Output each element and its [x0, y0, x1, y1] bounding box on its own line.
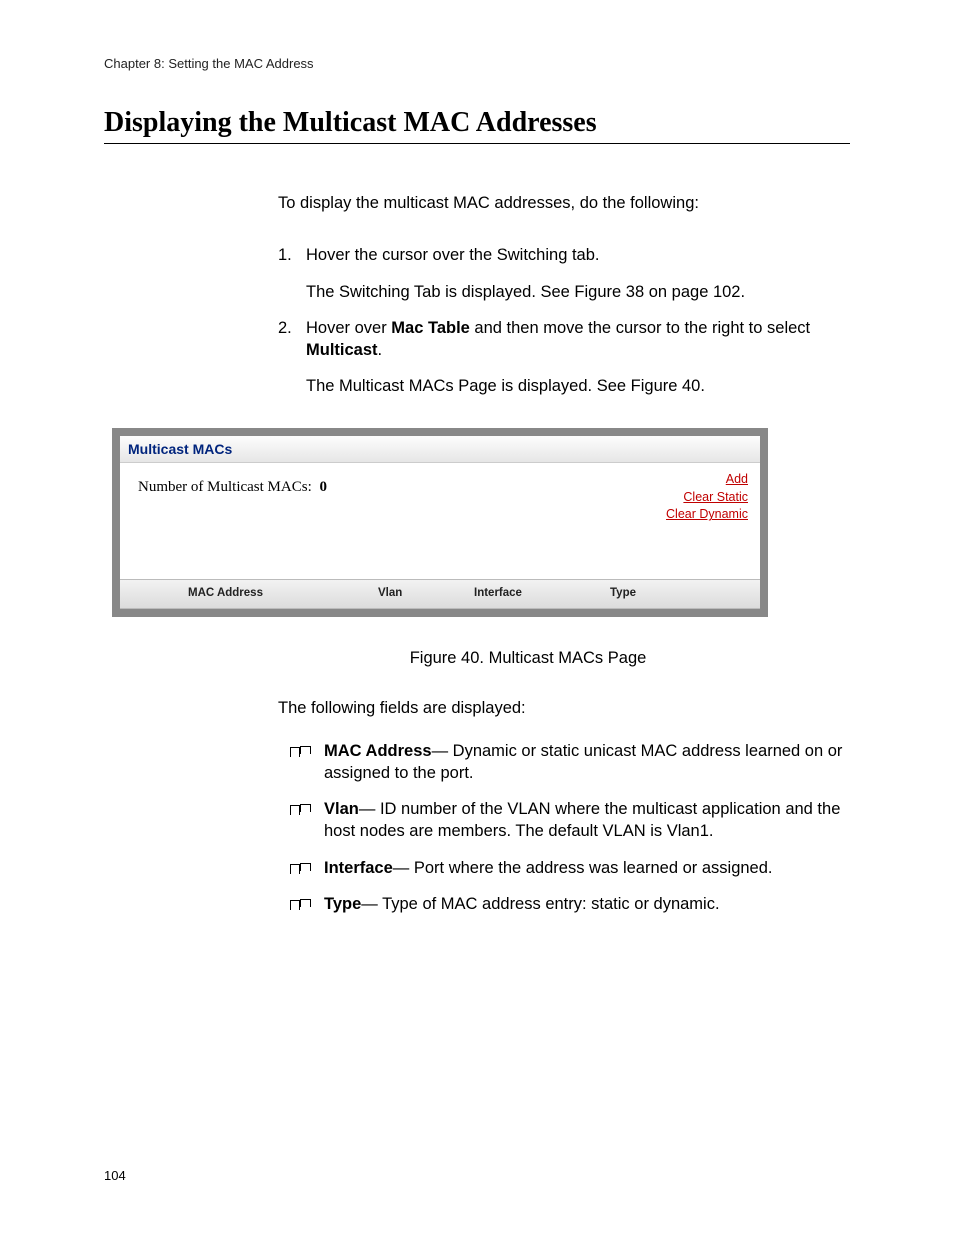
col-mac-address: MAC Address: [180, 580, 370, 608]
col-interface: Interface: [466, 580, 602, 608]
field-term: Type: [324, 895, 361, 913]
multicast-macs-panel: Multicast MACs Number of Multicast MACs:…: [112, 428, 768, 617]
clear-static-link[interactable]: Clear Static: [666, 489, 748, 507]
panel-count-label: Number of Multicast MACs:: [138, 479, 312, 495]
field-desc: — ID number of the VLAN where the multic…: [324, 800, 840, 840]
field-term: MAC Address: [324, 742, 432, 760]
panel-title: Multicast MACs: [120, 436, 760, 464]
field-term: Vlan: [324, 800, 359, 818]
figure-caption: Figure 40. Multicast MACs Page: [238, 647, 818, 669]
fields-intro: The following fields are displayed:: [278, 697, 850, 719]
step-subtext: The Multicast MACs Page is displayed. Se…: [306, 375, 850, 397]
field-desc: — Type of MAC address entry: static or d…: [361, 895, 719, 913]
add-link[interactable]: Add: [666, 471, 748, 489]
step-text-bold: Multicast: [306, 341, 378, 359]
page-number: 104: [104, 1168, 126, 1183]
step-text-post: .: [378, 341, 383, 359]
col-vlan: Vlan: [370, 580, 466, 608]
step-text-bold: Mac Table: [391, 319, 470, 337]
list-bullet-icon: [290, 857, 324, 879]
step-text: Hover the cursor over the Switching tab.: [306, 246, 599, 264]
step-number: 2.: [278, 317, 306, 398]
list-bullet-icon: [290, 740, 324, 785]
step-subtext: The Switching Tab is displayed. See Figu…: [306, 281, 850, 303]
panel-count-value: 0: [320, 479, 328, 495]
fields-list: MAC Address— Dynamic or static unicast M…: [290, 740, 850, 916]
panel-table-header: MAC Address Vlan Interface Type: [120, 579, 760, 609]
chapter-header: Chapter 8: Setting the MAC Address: [104, 56, 850, 71]
col-type: Type: [602, 580, 760, 608]
step-text-mid: and then move the cursor to the right to…: [470, 319, 810, 337]
field-desc: — Port where the address was learned or …: [393, 859, 773, 877]
page-title: Displaying the Multicast MAC Addresses: [104, 107, 850, 144]
intro-paragraph: To display the multicast MAC addresses, …: [278, 192, 850, 214]
list-bullet-icon: [290, 798, 324, 843]
step-number: 1.: [278, 244, 306, 303]
steps-list: 1. Hover the cursor over the Switching t…: [278, 244, 850, 397]
list-bullet-icon: [290, 893, 324, 915]
step-text-pre: Hover over: [306, 319, 391, 337]
field-term: Interface: [324, 859, 393, 877]
clear-dynamic-link[interactable]: Clear Dynamic: [666, 506, 748, 524]
